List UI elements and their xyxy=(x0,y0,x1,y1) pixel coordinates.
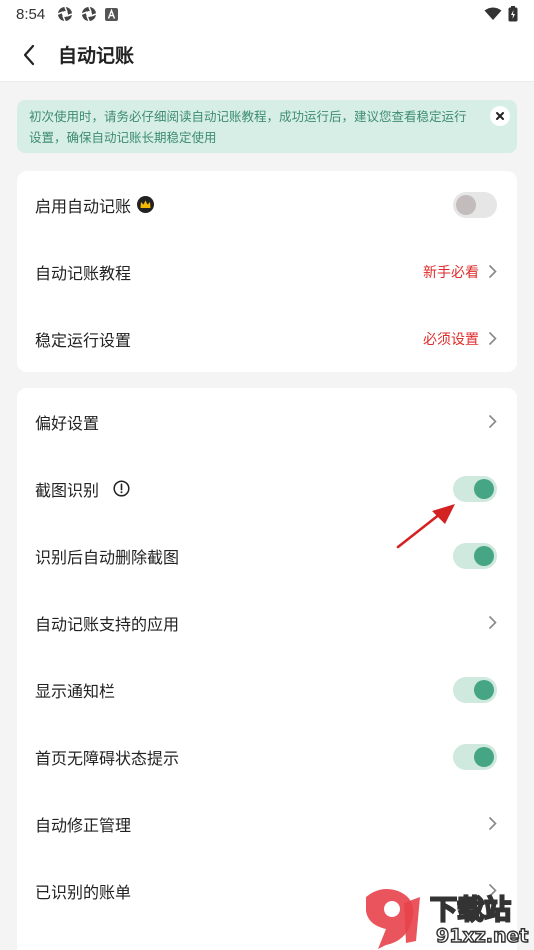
back-arrow-icon xyxy=(23,44,35,65)
settings-card-primary: 启用自动记账 自动记账教程 新手必看 稳定运行设置 必须设置 xyxy=(17,171,517,372)
row-label: 偏好设置 xyxy=(35,413,100,433)
battery-icon xyxy=(508,6,518,22)
back-button[interactable] xyxy=(4,28,54,82)
row-label: 已识别的账单 xyxy=(35,882,132,902)
accessibility-hint-toggle[interactable] xyxy=(453,743,497,770)
app-bar: 自动记账 xyxy=(0,28,534,82)
screenshot-recognition-toggle[interactable] xyxy=(453,475,497,502)
settings-card-secondary: 偏好设置 截图识别 识别后自动删除截图 自动记账支持的应用 显示通知栏 首页无障… xyxy=(17,388,517,950)
enable-auto-bookkeeping-toggle[interactable] xyxy=(453,191,497,218)
status-time: 8:54 xyxy=(16,5,46,23)
chevron-right-icon xyxy=(485,264,499,280)
a-badge-icon xyxy=(105,7,119,21)
row-label: 自动记账教程 xyxy=(35,263,132,283)
row-auto-bookkeeping-tutorial[interactable]: 自动记账教程 新手必看 xyxy=(17,238,517,305)
chevron-right-icon xyxy=(485,331,499,347)
row-stable-run-settings[interactable]: 稳定运行设置 必须设置 xyxy=(17,305,517,372)
aperture-icon xyxy=(57,6,73,22)
notice-text: 初次使用时，请务必仔细阅读自动记账教程，成功运行后，建议您查看稳定运行设置，确保… xyxy=(29,109,467,145)
notice-banner: 初次使用时，请务必仔细阅读自动记账教程，成功运行后，建议您查看稳定运行设置，确保… xyxy=(17,100,517,153)
row-label: 首页无障碍状态提示 xyxy=(35,748,180,768)
row-accessibility-status-hint[interactable]: 首页无障碍状态提示 xyxy=(17,723,517,790)
info-icon[interactable] xyxy=(113,480,130,497)
row-show-notification-bar[interactable]: 显示通知栏 xyxy=(17,656,517,723)
row-enable-auto-bookkeeping[interactable]: 启用自动记账 xyxy=(17,171,517,238)
row-supported-apps[interactable]: 自动记账支持的应用 xyxy=(17,589,517,656)
close-icon xyxy=(496,112,504,120)
chevron-right-icon xyxy=(485,816,499,832)
annotation-arrow-icon xyxy=(396,504,455,549)
notice-close-button[interactable] xyxy=(490,106,510,126)
tutorial-hint: 新手必看 xyxy=(423,264,479,281)
status-icons-right xyxy=(484,6,518,22)
crown-icon xyxy=(137,196,155,213)
row-label: 识别后自动删除截图 xyxy=(35,547,180,567)
row-label: 自动修正管理 xyxy=(35,815,132,835)
row-label: 显示通知栏 xyxy=(35,681,116,701)
status-icons-left xyxy=(57,6,119,22)
show-notification-toggle[interactable] xyxy=(453,676,497,703)
watermark-text: 下载站 xyxy=(429,894,512,927)
stable-run-hint: 必须设置 xyxy=(423,331,479,348)
row-auto-correction-management[interactable]: 自动修正管理 xyxy=(17,790,517,857)
aperture-icon xyxy=(81,6,97,22)
chevron-right-icon xyxy=(485,414,499,430)
status-bar: 8:54 xyxy=(0,0,534,28)
chevron-right-icon xyxy=(485,615,499,631)
row-label: 启用自动记账 xyxy=(35,196,132,216)
wifi-icon xyxy=(484,7,502,20)
page-title: 自动记账 xyxy=(58,45,135,67)
watermark-url: 91xz.net xyxy=(435,924,529,947)
row-label: 截图识别 xyxy=(35,480,100,500)
row-label: 稳定运行设置 xyxy=(35,330,132,350)
row-preferences[interactable]: 偏好设置 xyxy=(17,388,517,455)
row-label: 自动记账支持的应用 xyxy=(35,614,180,634)
